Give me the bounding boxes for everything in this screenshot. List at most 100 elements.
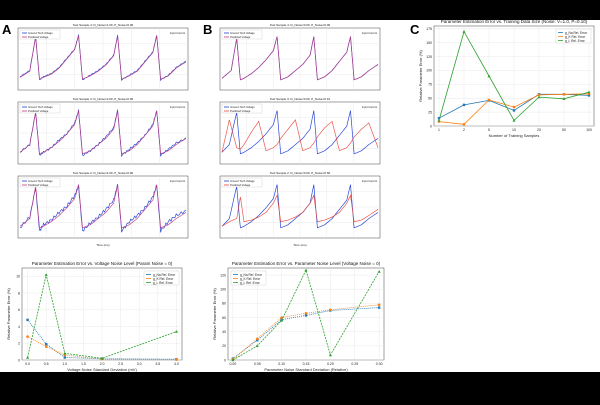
data-point: [44, 342, 48, 346]
chart-title: Parameter Estimation Error vs. Parameter…: [232, 261, 381, 266]
secondary-legend-label: Input Current: [170, 179, 185, 183]
x-tick-label: 0.05: [254, 362, 261, 366]
chart-title: Test Sample 4: D_Noise=1.00, P_Noise=0.0…: [73, 23, 134, 27]
chart-title: Test Sample 4: D_Noise=0.00, P_Noise=0.0…: [270, 23, 331, 27]
legend-label: Predicted Voltage: [28, 109, 49, 113]
legend-label: Predicted Voltage: [28, 183, 49, 187]
data-point: [63, 356, 66, 359]
x-tick-label: 3.0: [137, 362, 142, 366]
legend-label: g_L Rel. Error: [240, 281, 261, 285]
secondary-legend-label: Input Current: [170, 105, 185, 109]
y-tick-label: 8: [18, 291, 20, 295]
legend-label: Predicted Voltage: [230, 183, 251, 187]
y-axis-label: Relative Parameter Error (%): [212, 288, 217, 340]
legend-label: Ground Truth Voltage: [28, 179, 53, 183]
data-point: [304, 311, 308, 315]
y-tick-label: 150: [426, 41, 432, 45]
x-tick-label: 2.5: [118, 362, 123, 366]
y-tick-label: 20: [222, 344, 226, 348]
chart-title: Test Sample 2: D_Noise=0.00, P_Noise=0.6…: [270, 171, 331, 175]
figure: A B C Test Sample 4: D_Noise=1.00, P_Noi…: [0, 0, 600, 400]
y-tick-label: 40: [222, 330, 226, 334]
x-tick-label: 50: [562, 128, 566, 132]
chart-a3: Test Sample 2: D_Noise=4.00, P_Noise=0.0…: [17, 171, 189, 247]
chart-b1: Test Sample 4: D_Noise=0.00, P_Noise=0.0…: [219, 23, 381, 91]
x-tick-label: 0.10: [278, 362, 285, 366]
x-tick-label: 4.0: [174, 362, 179, 366]
data-point: [175, 358, 178, 361]
x-axis-label: Time (ms): [293, 243, 306, 247]
y-tick-label: 6: [18, 308, 20, 312]
data-point: [462, 123, 466, 126]
data-point: [255, 337, 259, 341]
y-tick-label: 100: [426, 69, 432, 73]
legend-label: Ground Truth Voltage: [230, 31, 255, 35]
y-tick-label: 25: [428, 110, 432, 114]
legend-label: Ground Truth Voltage: [28, 105, 53, 109]
y-axis-label: Relative Parameter Error (%): [418, 50, 423, 102]
secondary-legend-label: Input Current: [362, 105, 377, 109]
y-tick-label: 75: [428, 83, 432, 87]
data-point: [377, 303, 381, 307]
secondary-legend-label: Input Current: [362, 31, 377, 35]
chart-title: Test Sample 3: D_Noise=0.00, P_Noise=0.1…: [270, 97, 331, 101]
x-tick-label: 5: [488, 128, 490, 132]
chart-title: Test Sample 2: D_Noise=4.00, P_Noise=0.0…: [73, 171, 134, 175]
panel-label-b: B: [203, 22, 212, 37]
data-point: [280, 316, 283, 319]
chart-title: Test Sample 3: D_Noise=2.00, P_Noise=0.0…: [73, 97, 134, 101]
data-point: [377, 306, 381, 309]
chart-title: Parameter Estimation Error vs. Training …: [441, 19, 588, 24]
data-point: [462, 103, 466, 107]
y-tick-label: 0: [430, 124, 432, 128]
x-tick-label: 2: [463, 128, 465, 132]
y-tick-label: 60: [222, 316, 226, 320]
y-tick-label: 4: [18, 325, 20, 329]
secondary-legend-label: Input Current: [170, 31, 185, 35]
x-axis-label: Time (ms): [96, 243, 109, 247]
x-tick-label: 100: [586, 128, 592, 132]
x-tick-label: 0.5: [44, 362, 49, 366]
x-tick-label: 10: [512, 128, 516, 132]
chart-c: Parameter Estimation Error vs. Training …: [418, 19, 595, 138]
data-point: [329, 308, 332, 312]
legend-label: g_L Rel. Error: [565, 39, 586, 43]
chart-a1: Test Sample 4: D_Noise=1.00, P_Noise=0.0…: [17, 23, 189, 91]
legend-label: g_L Rel. Error: [153, 281, 174, 285]
chart-a2: Test Sample 3: D_Noise=2.00, P_Noise=0.0…: [17, 97, 189, 165]
y-tick-label: 2: [18, 342, 20, 346]
y-tick-label: 50: [428, 97, 432, 101]
x-tick-label: 1.5: [81, 362, 86, 366]
data-point: [26, 335, 29, 338]
y-axis-label: Relative Parameter Error (%): [6, 288, 11, 340]
legend-label: Predicted Voltage: [230, 35, 251, 39]
data-point: [512, 109, 516, 112]
chart-b3: Test Sample 2: D_Noise=0.00, P_Noise=0.6…: [219, 171, 381, 247]
data-point: [512, 105, 516, 109]
legend-label: Ground Truth Voltage: [230, 179, 255, 183]
y-tick-label: 125: [426, 55, 432, 59]
x-axis-label: Number of Training Samples: [489, 133, 540, 138]
x-tick-label: 2.0: [100, 362, 105, 366]
x-tick-label: 1: [438, 128, 440, 132]
y-tick-label: 80: [222, 302, 226, 306]
legend-label: Ground Truth Voltage: [28, 31, 53, 35]
x-tick-label: 0.25: [351, 362, 358, 366]
y-tick-label: 175: [426, 27, 432, 31]
legend-label: Predicted Voltage: [28, 35, 49, 39]
legend-label: Predicted Voltage: [230, 109, 251, 113]
y-tick-label: 0: [18, 358, 20, 362]
x-tick-label: 20: [537, 128, 541, 132]
y-tick-label: 100: [220, 288, 226, 292]
chart-a4: Parameter Estimation Error vs. Voltage N…: [6, 261, 183, 372]
legend-label: Ground Truth Voltage: [230, 105, 255, 109]
x-tick-label: 0.30: [376, 362, 383, 366]
x-tick-label: 0.00: [229, 362, 236, 366]
chart-b2: Test Sample 3: D_Noise=0.00, P_Noise=0.1…: [219, 97, 381, 165]
x-tick-label: 3.5: [155, 362, 160, 366]
x-tick-label: 0.0: [25, 362, 30, 366]
panel-label-a: A: [2, 22, 12, 37]
y-tick-label: 10: [16, 275, 20, 279]
data-point: [26, 318, 29, 322]
x-tick-label: 0.20: [327, 362, 334, 366]
